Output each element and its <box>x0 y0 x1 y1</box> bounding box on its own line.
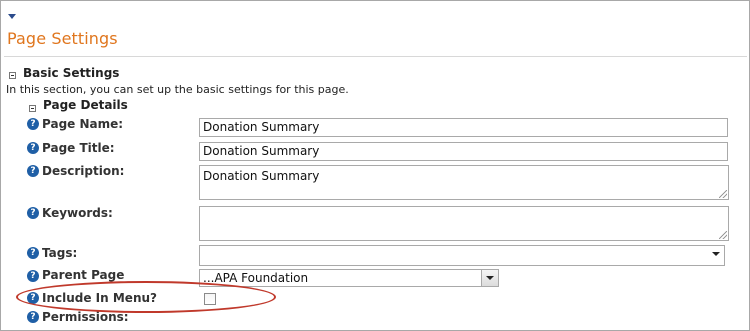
parent-page-label: Parent Page <box>42 268 125 282</box>
description-text: Donation Summary <box>203 169 320 183</box>
highlight-annotation <box>16 281 276 313</box>
chevron-down-icon[interactable] <box>708 246 724 265</box>
help-icon[interactable]: ? <box>27 118 39 130</box>
parent-page-select[interactable]: ...APA Foundation <box>199 269 499 287</box>
chevron-down-icon[interactable] <box>481 270 498 286</box>
description-textarea[interactable]: Donation Summary <box>199 165 729 200</box>
help-icon[interactable]: ? <box>27 207 39 219</box>
help-icon[interactable]: ? <box>27 270 39 282</box>
help-icon[interactable]: ? <box>27 247 39 259</box>
help-icon[interactable]: ? <box>27 142 39 154</box>
help-icon[interactable]: ? <box>27 165 39 177</box>
page-name-label: Page Name: <box>42 117 124 131</box>
page-settings-panel: Page Settings Basic Settings In this sec… <box>0 0 750 331</box>
page-name-input[interactable]: Donation Summary <box>199 118 728 137</box>
title-divider <box>4 56 747 57</box>
page-title: Page Settings <box>7 29 118 48</box>
page-details-heading: Page Details <box>43 98 128 112</box>
page-title-input[interactable]: Donation Summary <box>199 142 728 161</box>
basic-settings-description: In this section, you can set up the basi… <box>6 83 349 96</box>
page-details-toggle-icon[interactable] <box>29 105 36 112</box>
tags-label: Tags: <box>42 246 78 260</box>
basic-settings-toggle-icon[interactable] <box>9 72 16 79</box>
basic-settings-heading: Basic Settings <box>23 66 120 80</box>
help-icon[interactable]: ? <box>27 311 39 323</box>
description-label: Description: <box>42 164 125 178</box>
chevron-down-icon[interactable] <box>8 14 16 19</box>
resize-grip-icon[interactable] <box>719 190 727 198</box>
keywords-label: Keywords: <box>42 206 113 220</box>
tags-select[interactable] <box>199 245 725 266</box>
resize-grip-icon[interactable] <box>719 231 727 239</box>
keywords-textarea[interactable] <box>199 206 729 241</box>
page-title-label: Page Title: <box>42 141 115 155</box>
